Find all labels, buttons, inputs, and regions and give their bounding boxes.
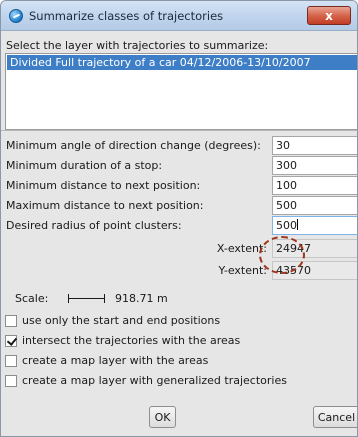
start-end-label: use only the start and end positions [22,314,221,327]
cluster-radius-value: 500 [276,219,297,232]
param-row-min-stop-duration: Minimum duration of a stop: 300 [1,156,357,175]
app-icon [9,9,23,23]
layer-list-item[interactable]: Divided Full trajectory of a car 04/12/2… [7,55,357,70]
min-stop-duration-field[interactable]: 300 [272,156,357,175]
option-start-end-positions[interactable]: use only the start and end positions [5,312,357,330]
layer-select-label: Select the layer with trajectories to su… [6,39,269,52]
max-distance-label: Maximum distance to next position: [6,199,204,212]
param-row-min-angle: Minimum angle of direction change (degre… [1,136,357,155]
y-extent-row: Y-extent: 43570 [1,261,357,280]
max-distance-field[interactable]: 500 [272,196,357,215]
x-extent-row: X-extent: 24947 [1,239,357,258]
start-end-checkbox[interactable] [5,315,17,327]
min-stop-duration-label: Minimum duration of a stop: [6,159,163,172]
panel-divider [1,130,357,131]
map-layer-areas-label: create a map layer with the areas [22,354,209,367]
x-extent-value: 24947 [272,239,357,258]
layer-list[interactable]: Divided Full trajectory of a car 04/12/2… [5,53,357,130]
title-bar[interactable]: Summarize classes of trajectories x [1,1,357,31]
x-extent-label: X-extent: [216,242,267,255]
min-angle-field[interactable]: 30 [272,136,357,155]
close-button[interactable]: x [307,6,351,25]
map-layer-generalized-label: create a map layer with generalized traj… [22,374,287,387]
min-angle-label: Minimum angle of direction change (degre… [6,139,261,152]
summarize-dialog: Summarize classes of trajectories x Sele… [0,0,358,437]
param-row-min-distance: Minimum distance to next position: 100 [1,176,357,195]
text-caret [297,219,298,230]
option-intersect-areas[interactable]: intersect the trajectories with the area… [5,332,357,350]
option-map-layer-areas[interactable]: create a map layer with the areas [5,352,357,370]
y-extent-value: 43570 [272,261,357,280]
y-extent-label: Y-extent: [218,264,267,277]
ok-button[interactable]: OK [149,406,176,428]
param-row-max-distance: Maximum distance to next position: 500 [1,196,357,215]
scale-row: Scale: 918.71 m [1,291,357,307]
window-title: Summarize classes of trajectories [29,9,224,23]
min-distance-label: Minimum distance to next position: [6,179,201,192]
param-row-cluster-radius: Desired radius of point clusters: 500 [1,216,357,235]
cluster-radius-field[interactable]: 500 [272,216,357,235]
cancel-button[interactable]: Cancel [313,406,357,428]
map-layer-generalized-checkbox[interactable] [5,375,17,387]
option-map-layer-generalized[interactable]: create a map layer with generalized traj… [5,372,357,390]
intersect-areas-checkbox[interactable] [5,335,17,347]
cluster-radius-label: Desired radius of point clusters: [6,219,182,232]
scale-label: Scale: [15,292,49,305]
scale-bar-icon [68,294,105,303]
map-layer-areas-checkbox[interactable] [5,355,17,367]
scale-value: 918.71 m [115,292,168,305]
min-distance-field[interactable]: 100 [272,176,357,195]
intersect-areas-label: intersect the trajectories with the area… [22,334,241,347]
